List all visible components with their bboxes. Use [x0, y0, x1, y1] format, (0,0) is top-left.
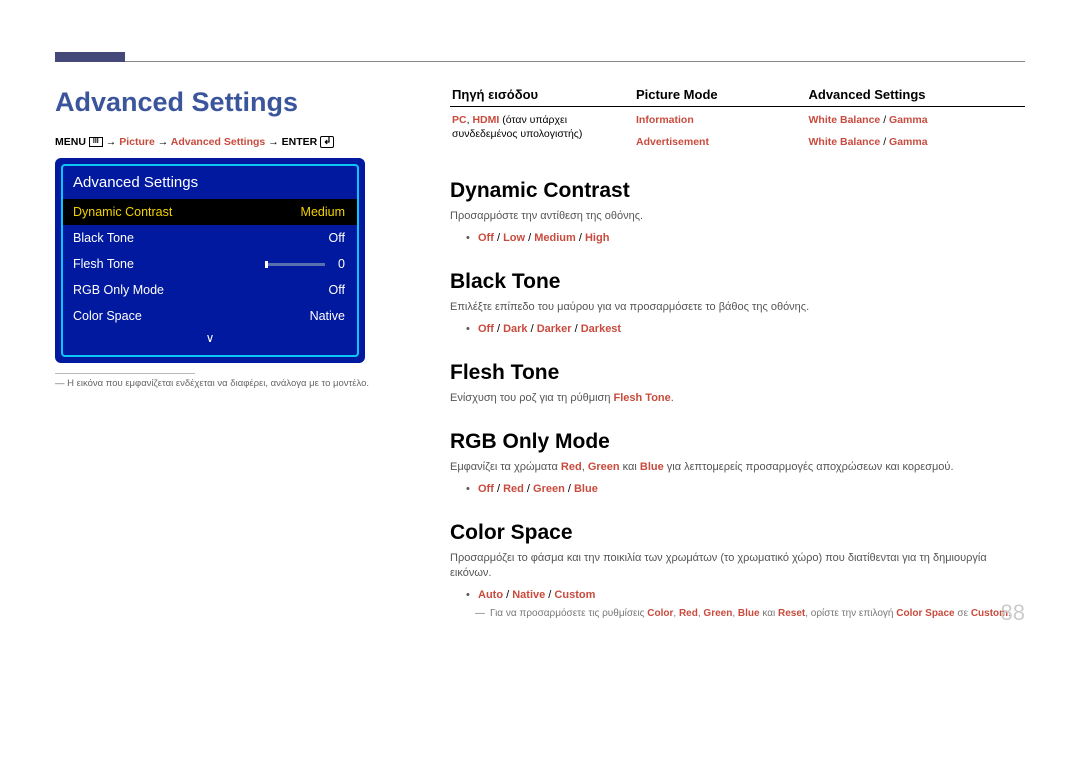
opts-black-tone: Off / Dark / Darker / Darkest	[450, 322, 1025, 337]
td-input-source: PC, HDMI (όταν υπάρχει συνδεδεμένος υπολ…	[450, 107, 634, 152]
td-picture-mode-information: Information	[634, 107, 807, 130]
section-black-tone: Black Tone	[450, 270, 1025, 294]
osd-row-label: Flesh Tone	[73, 257, 134, 271]
bc-enter: ENTER	[282, 136, 318, 148]
desc-color-space: Προσαρμόζει το φάσμα και την ποικιλία τω…	[450, 551, 1025, 582]
image-disclaimer-footnote: ― Η εικόνα που εμφανίζεται ενδέχεται να …	[55, 378, 415, 389]
desc-dynamic-contrast: Προσαρμόστε την αντίθεση της οθόνης.	[450, 209, 1025, 224]
page-number: 88	[1001, 600, 1025, 626]
section-dynamic-contrast: Dynamic Contrast	[450, 179, 1025, 203]
section-color-space: Color Space	[450, 521, 1025, 545]
osd-title: Advanced Settings	[63, 166, 357, 199]
bc-arrow-3: →	[268, 136, 281, 148]
osd-row-value: Off	[329, 231, 345, 245]
bc-arrow-1: →	[106, 136, 119, 148]
compat-table: Πηγή εισόδου Picture Mode Advanced Setti…	[450, 87, 1025, 151]
osd-row-value: 0	[338, 257, 345, 271]
osd-row-color-space[interactable]: Color Space Native	[63, 303, 357, 329]
desc-flesh-tone: Ενίσχυση του ροζ για τη ρύθμιση Flesh To…	[450, 391, 1025, 406]
osd-row-label: Color Space	[73, 309, 142, 323]
th-picture-mode: Picture Mode	[634, 87, 807, 107]
opts-color-space: Auto / Native / Custom	[450, 588, 1025, 603]
breadcrumb: MENU III → Picture → Advanced Settings →…	[55, 136, 415, 148]
section-flesh-tone: Flesh Tone	[450, 361, 1025, 385]
th-input-source: Πηγή εισόδου	[450, 87, 634, 107]
td-picture-mode-advertisement: Advertisement	[634, 129, 807, 151]
section-rgb-only: RGB Only Mode	[450, 430, 1025, 454]
osd-row-value: Medium	[301, 205, 345, 219]
osd-slider[interactable]	[265, 263, 325, 266]
osd-row-value: Off	[329, 283, 345, 297]
page-title: Advanced Settings	[55, 87, 415, 118]
top-border-accent	[55, 50, 1025, 62]
opts-dynamic-contrast: Off / Low / Medium / High	[450, 231, 1025, 246]
footnote-divider	[55, 373, 195, 374]
osd-row-label: Black Tone	[73, 231, 134, 245]
bc-picture: Picture	[119, 136, 155, 148]
osd-scroll-down-icon[interactable]: ∨	[63, 329, 357, 347]
td-adv-settings-a: White Balance / Gamma	[807, 107, 1026, 130]
osd-row-dynamic-contrast[interactable]: Dynamic Contrast Medium	[63, 199, 357, 225]
osd-row-label: RGB Only Mode	[73, 283, 164, 297]
osd-row-rgb-only[interactable]: RGB Only Mode Off	[63, 277, 357, 303]
osd-row-label: Dynamic Contrast	[73, 205, 172, 219]
bc-menu: MENU	[55, 136, 86, 148]
desc-black-tone: Επιλέξτε επίπεδο του μαύρου για να προσα…	[450, 300, 1025, 315]
opts-rgb-only: Off / Red / Green / Blue	[450, 482, 1025, 497]
osd-panel: Advanced Settings Dynamic Contrast Mediu…	[55, 158, 365, 363]
menu-icon: III	[89, 137, 103, 147]
osd-row-black-tone[interactable]: Black Tone Off	[63, 225, 357, 251]
th-advanced-settings: Advanced Settings	[807, 87, 1026, 107]
enter-icon	[320, 136, 334, 148]
note-color-space: Για να προσαρμόσετε τις ρυθμίσεις Color,…	[450, 607, 1025, 621]
osd-row-value: Native	[310, 309, 345, 323]
bc-advanced: Advanced Settings	[171, 136, 266, 148]
td-adv-settings-b: White Balance / Gamma	[807, 129, 1026, 151]
bc-arrow-2: →	[158, 136, 171, 148]
desc-rgb-only: Εμφανίζει τα χρώματα Red, Green και Blue…	[450, 460, 1025, 475]
osd-row-flesh-tone[interactable]: Flesh Tone 0	[63, 251, 357, 277]
